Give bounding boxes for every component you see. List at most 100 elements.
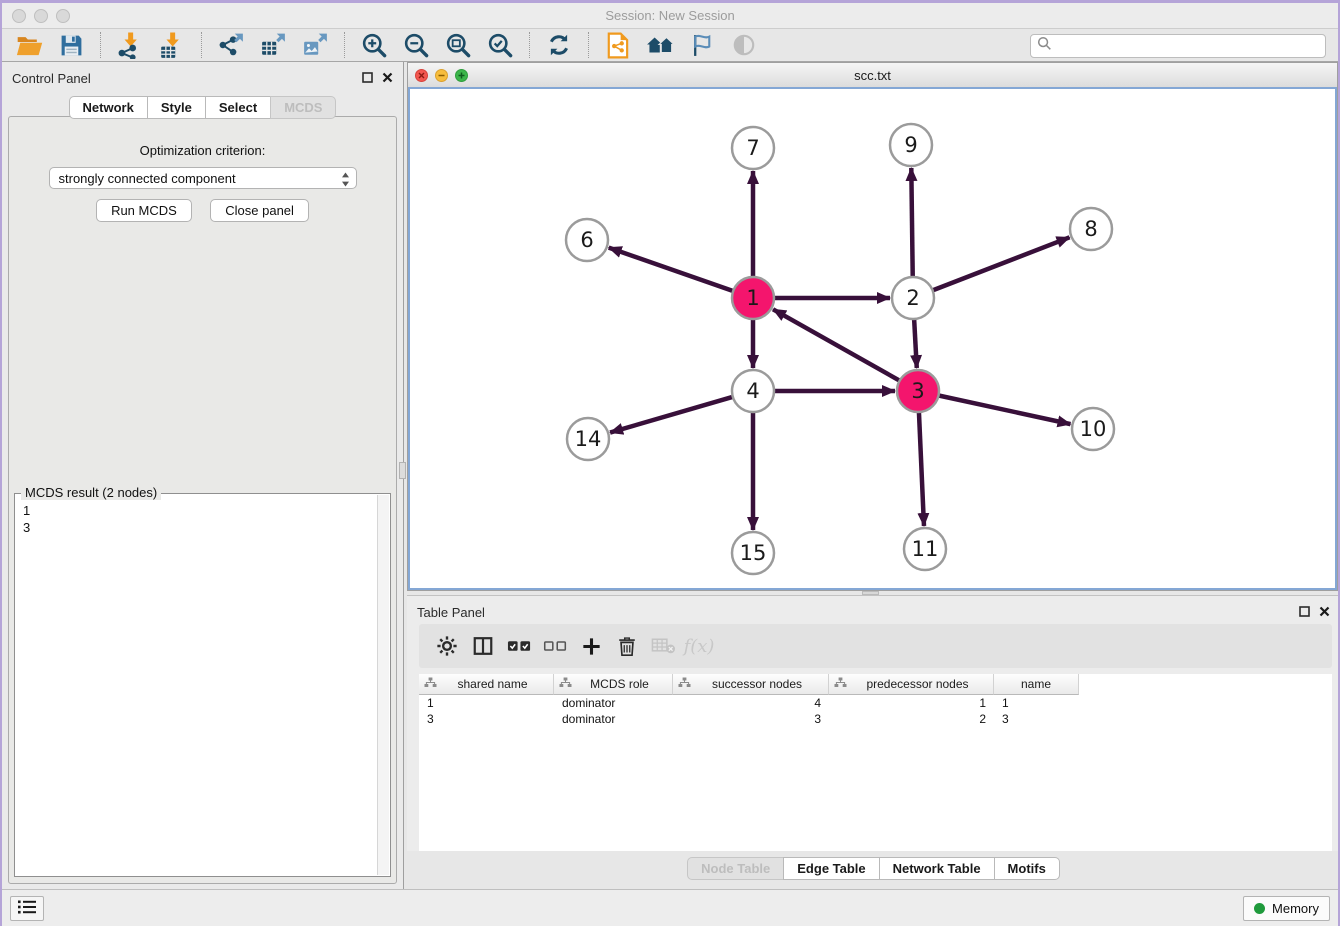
graph-node-9[interactable]: 9 (890, 124, 932, 166)
graph-node-3[interactable]: 3 (897, 370, 939, 412)
select-all-button[interactable] (502, 629, 536, 663)
memory-button[interactable]: Memory (1243, 896, 1330, 921)
table-row[interactable]: 3dominator323 (419, 711, 1332, 727)
search-box[interactable] (1030, 34, 1326, 58)
criterion-dropdown[interactable]: strongly connected component (49, 167, 357, 189)
table-cell[interactable]: 2 (829, 711, 994, 727)
export-table-button[interactable] (254, 30, 292, 60)
graph-node-1[interactable]: 1 (732, 277, 774, 319)
zoom-out-icon (403, 32, 430, 59)
deselect-all-button[interactable] (538, 629, 572, 663)
import-network-button[interactable] (111, 30, 149, 60)
table-cell[interactable]: 3 (994, 711, 1079, 727)
import-table-button[interactable] (153, 30, 191, 60)
welcome-home-button[interactable] (641, 30, 679, 60)
column-header-shared-name[interactable]: shared name (419, 674, 554, 695)
table-cell[interactable]: dominator (554, 695, 673, 711)
table-cell[interactable]: 3 (673, 711, 829, 727)
optimization-criterion-label: Optimization criterion: (9, 143, 396, 158)
graph-edge-1-6[interactable] (609, 248, 734, 292)
style-flag-icon (690, 33, 715, 58)
window-left-border (0, 0, 2, 926)
tab-edge-table[interactable]: Edge Table (783, 857, 879, 880)
tab-motifs[interactable]: Motifs (994, 857, 1060, 880)
graph-node-10[interactable]: 10 (1072, 408, 1114, 450)
graph-edge-3-11[interactable] (919, 411, 924, 526)
table-cell[interactable]: 1 (829, 695, 994, 711)
add-column-button[interactable] (574, 629, 608, 663)
task-history-button[interactable] (10, 896, 44, 921)
settings-gear-button[interactable] (430, 629, 464, 663)
table-row[interactable]: 1dominator411 (419, 695, 1332, 711)
table-cell[interactable]: 1 (419, 695, 554, 711)
refresh-button[interactable] (540, 30, 578, 60)
column-header-successor-nodes[interactable]: successor nodes (673, 674, 829, 695)
graph-node-15[interactable]: 15 (732, 532, 774, 574)
graph-edge-4-14[interactable] (610, 397, 734, 433)
zoom-selected-button[interactable] (481, 30, 519, 60)
table-cell[interactable]: 4 (673, 695, 829, 711)
graph-edge-3-10[interactable] (938, 395, 1071, 424)
graph-node-11[interactable]: 11 (904, 528, 946, 570)
open-session-button[interactable] (10, 30, 48, 60)
search-input[interactable] (1056, 36, 1325, 56)
network-document-button[interactable] (599, 30, 637, 60)
graph-edge-3-1[interactable] (773, 309, 901, 381)
refresh-icon (546, 32, 572, 58)
table-panel: Table Panel f(x) shared nameMCDS rolesuc… (407, 595, 1340, 888)
column-layout-button[interactable] (466, 629, 500, 663)
graph-node-7[interactable]: 7 (732, 127, 774, 169)
tab-network-table[interactable]: Network Table (879, 857, 995, 880)
tab-network[interactable]: Network (69, 96, 148, 119)
export-image-button[interactable] (296, 30, 334, 60)
result-scrollbar[interactable] (377, 495, 389, 875)
export-network-button[interactable] (212, 30, 250, 60)
save-session-icon (59, 33, 84, 58)
delete-column-button[interactable] (610, 629, 644, 663)
app-titlebar: Session: New Session (2, 3, 1338, 29)
chevron-updown-icon (341, 172, 350, 192)
graph-node-6[interactable]: 6 (566, 219, 608, 261)
style-flag-button[interactable] (683, 30, 721, 60)
zoom-out-button[interactable] (397, 30, 435, 60)
mcds-result-text[interactable]: 13 (15, 494, 390, 536)
zoom-in-button[interactable] (355, 30, 393, 60)
graph-edge-2-9[interactable] (911, 168, 912, 278)
column-label: MCDS role (572, 677, 667, 691)
graph-node-2[interactable]: 2 (892, 277, 934, 319)
graph-node-label: 6 (580, 228, 593, 252)
toolbar-separator (344, 32, 345, 58)
table-cell[interactable]: 1 (994, 695, 1079, 711)
column-label: name (999, 677, 1073, 691)
tab-mcds[interactable]: MCDS (270, 96, 336, 119)
column-header-predecessor-nodes[interactable]: predecessor nodes (829, 674, 994, 695)
vertical-splitter-handle[interactable] (399, 462, 406, 479)
table-panel-float-button[interactable] (1299, 605, 1310, 620)
tab-style[interactable]: Style (147, 96, 206, 119)
graph-node-label: 1 (746, 286, 759, 310)
control-panel-close-button[interactable] (382, 71, 393, 86)
table-cell[interactable]: 3 (419, 711, 554, 727)
table-cell[interactable]: dominator (554, 711, 673, 727)
network-canvas[interactable]: 1 2 3 4 6 7 8 9 10 11 14 15 (408, 87, 1337, 590)
graph-node-8[interactable]: 8 (1070, 208, 1112, 250)
column-header-name[interactable]: name (994, 674, 1079, 695)
control-panel-float-button[interactable] (362, 71, 373, 86)
mcds-result-line: 1 (23, 502, 390, 519)
run-mcds-button[interactable]: Run MCDS (96, 199, 192, 222)
save-session-button[interactable] (52, 30, 90, 60)
graph-edge-2-3[interactable] (914, 318, 917, 368)
table-panel-close-button[interactable] (1319, 605, 1330, 620)
tab-select[interactable]: Select (205, 96, 271, 119)
graph-node-14[interactable]: 14 (567, 418, 609, 460)
tab-node-table[interactable]: Node Table (687, 857, 784, 880)
graph-edge-2-8[interactable] (932, 237, 1070, 290)
export-table-icon (260, 32, 287, 58)
graph-node-4[interactable]: 4 (732, 370, 774, 412)
toolbar-separator (100, 32, 101, 58)
mcds-result-title: MCDS result (2 nodes) (21, 485, 161, 500)
delete-column-icon (616, 635, 638, 658)
column-header-mcds-role[interactable]: MCDS role (554, 674, 673, 695)
zoom-fit-button[interactable] (439, 30, 477, 60)
close-panel-button[interactable]: Close panel (210, 199, 309, 222)
